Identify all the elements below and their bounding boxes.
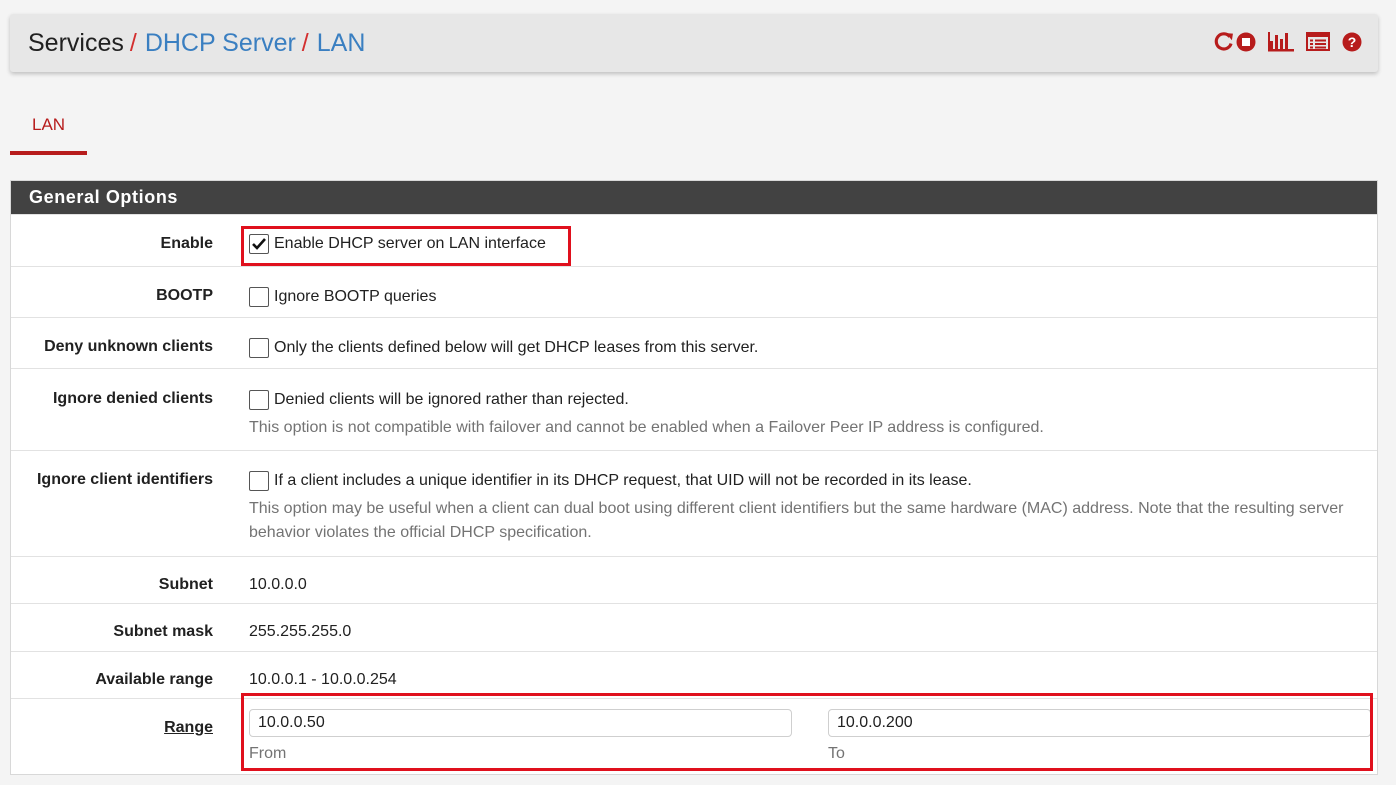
deny-unknown-checkbox-group: Only the clients defined below will get … bbox=[249, 338, 758, 358]
bootp-checkbox-group: Ignore BOOTP queries bbox=[249, 287, 436, 307]
deny-unknown-row: Deny unknown clients Only the clients de… bbox=[11, 317, 1377, 368]
ignore-client-ids-checkbox[interactable] bbox=[249, 471, 269, 491]
tab-bar: LAN bbox=[10, 108, 88, 155]
ignore-denied-checkbox-group: Denied clients will be ignored rather th… bbox=[249, 390, 629, 410]
ignore-denied-label: Ignore denied clients bbox=[52, 390, 213, 407]
bootp-row: BOOTP Ignore BOOTP queries bbox=[11, 266, 1377, 317]
svg-text:?: ? bbox=[1348, 34, 1357, 50]
available-range-label: Available range bbox=[95, 671, 213, 688]
breadcrumb-separator: / bbox=[129, 29, 137, 57]
subnet-label: Subnet bbox=[158, 576, 213, 593]
available-range-row: Available range 10.0.0.1 - 10.0.0.254 bbox=[11, 651, 1377, 698]
subnet-row: Subnet 10.0.0.0 bbox=[11, 556, 1377, 603]
page-header: Services / DHCP Server / LAN ? bbox=[10, 14, 1378, 72]
breadcrumb-lan-link[interactable]: LAN bbox=[317, 29, 366, 57]
breadcrumb-dhcp-server-link[interactable]: DHCP Server bbox=[145, 29, 296, 57]
deny-unknown-checkbox[interactable] bbox=[249, 338, 269, 358]
enable-checkbox[interactable] bbox=[249, 234, 269, 254]
list-icon[interactable] bbox=[1306, 32, 1330, 56]
panel-title: General Options bbox=[11, 181, 1377, 214]
available-range-value: 10.0.0.1 - 10.0.0.254 bbox=[249, 671, 397, 688]
deny-unknown-checkbox-text: Only the clients defined below will get … bbox=[274, 339, 759, 356]
range-row: Range 10.0.0.50 From 10.0.0.200 To bbox=[11, 698, 1377, 774]
range-to-input[interactable]: 10.0.0.200 bbox=[828, 709, 1371, 737]
deny-unknown-label: Deny unknown clients bbox=[44, 338, 213, 355]
breadcrumb-services: Services bbox=[28, 29, 124, 57]
bootp-checkbox[interactable] bbox=[249, 287, 269, 307]
enable-checkbox-group: Enable DHCP server on LAN interface bbox=[249, 234, 546, 254]
subnet-mask-row: Subnet mask 255.255.255.0 bbox=[11, 603, 1377, 651]
ignore-denied-help: This option is not compatible with failo… bbox=[249, 419, 1044, 436]
ignore-denied-checkbox-text: Denied clients will be ignored rather th… bbox=[274, 391, 629, 408]
bootp-label: BOOTP bbox=[156, 287, 213, 304]
enable-label: Enable bbox=[160, 235, 213, 252]
bar-chart-icon[interactable] bbox=[1268, 31, 1294, 57]
ignore-denied-checkbox[interactable] bbox=[249, 390, 269, 410]
range-from-label: From bbox=[249, 745, 287, 762]
ignore-client-ids-help: This option may be useful when a client … bbox=[249, 500, 1344, 541]
ignore-client-ids-checkbox-text: If a client includes a unique identifier… bbox=[274, 472, 972, 489]
ignore-client-ids-checkbox-group: If a client includes a unique identifier… bbox=[249, 471, 972, 491]
help-icon[interactable]: ? bbox=[1342, 32, 1362, 57]
range-from-input[interactable]: 10.0.0.50 bbox=[249, 709, 792, 737]
general-options-panel: General Options Enable Enable DHCP serve… bbox=[10, 180, 1378, 775]
enable-row: Enable Enable DHCP server on LAN interfa… bbox=[11, 214, 1377, 266]
ignore-denied-row: Ignore denied clients Denied clients wil… bbox=[11, 368, 1377, 450]
ignore-client-ids-label: Ignore client identifiers bbox=[36, 471, 213, 488]
bootp-checkbox-text: Ignore BOOTP queries bbox=[274, 288, 437, 305]
breadcrumb: Services / DHCP Server / LAN bbox=[28, 28, 365, 58]
tab-lan[interactable]: LAN bbox=[10, 108, 88, 155]
subnet-mask-label: Subnet mask bbox=[113, 623, 213, 640]
subnet-mask-value: 255.255.255.0 bbox=[249, 623, 352, 640]
range-label[interactable]: Range bbox=[164, 719, 213, 737]
subnet-value: 10.0.0.0 bbox=[249, 576, 307, 593]
stop-icon[interactable] bbox=[1236, 32, 1256, 57]
restart-icon[interactable] bbox=[1213, 31, 1234, 57]
header-icons: ? bbox=[1213, 31, 1362, 57]
breadcrumb-separator: / bbox=[301, 29, 309, 57]
ignore-client-ids-row: Ignore client identifiers If a client in… bbox=[11, 450, 1377, 556]
range-to-label: To bbox=[828, 745, 845, 762]
enable-checkbox-text: Enable DHCP server on LAN interface bbox=[274, 235, 546, 252]
